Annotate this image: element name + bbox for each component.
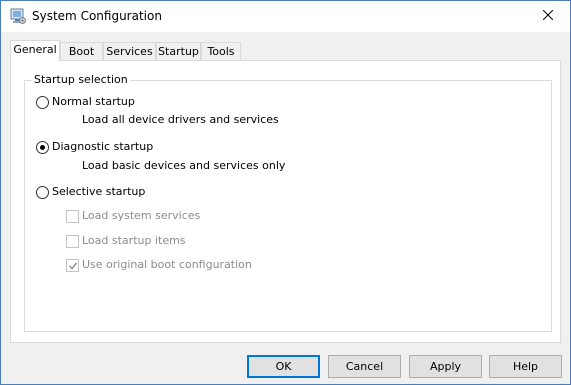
tab-startup[interactable]: Startup [156,42,201,60]
tab-services[interactable]: Services [103,42,156,60]
normal-startup-label[interactable]: Normal startup [52,95,135,108]
use-original-boot-config-checkbox[interactable] [66,259,79,272]
tab-label: Tools [207,45,235,58]
tab-boot[interactable]: Boot [60,42,103,60]
radio-selected-dot [40,145,45,150]
msconfig-icon [10,8,26,24]
tab-label: Services [106,45,153,58]
normal-startup-radio[interactable] [36,96,49,109]
diagnostic-startup-label[interactable]: Diagnostic startup [52,140,153,153]
use-original-boot-config-label: Use original boot configuration [82,258,252,271]
help-button[interactable]: Help [489,355,562,378]
cancel-button[interactable]: Cancel [328,355,401,378]
tab-general[interactable]: General [10,40,60,61]
tab-label: Startup [158,45,199,58]
close-icon [542,9,554,23]
selective-startup-radio[interactable] [36,186,49,199]
load-system-services-label: Load system services [82,209,201,222]
general-tab-panel: Startup selection Normal startup Load al… [10,60,561,343]
normal-startup-description: Load all device drivers and services [82,113,279,126]
load-system-services-checkbox[interactable] [66,210,79,223]
tab-label: Boot [68,45,95,58]
title-bar: System Configuration [1,1,570,32]
load-startup-items-label: Load startup items [82,234,186,247]
tab-tools[interactable]: Tools [201,42,241,60]
selective-startup-label[interactable]: Selective startup [52,185,145,198]
group-label: Startup selection [32,73,130,86]
load-startup-items-checkbox[interactable] [66,235,79,248]
window-title: System Configuration [32,9,162,23]
startup-selection-group: Startup selection Normal startup Load al… [24,73,552,332]
checkmark-icon [68,261,78,274]
ok-button[interactable]: OK [247,355,320,378]
close-button[interactable] [526,1,570,32]
diagnostic-startup-description: Load basic devices and services only [82,159,286,172]
apply-button[interactable]: Apply [409,355,482,378]
diagnostic-startup-radio[interactable] [36,141,49,154]
tab-label: General [13,43,57,56]
system-configuration-window: System Configuration General Boot Servic… [0,0,571,385]
